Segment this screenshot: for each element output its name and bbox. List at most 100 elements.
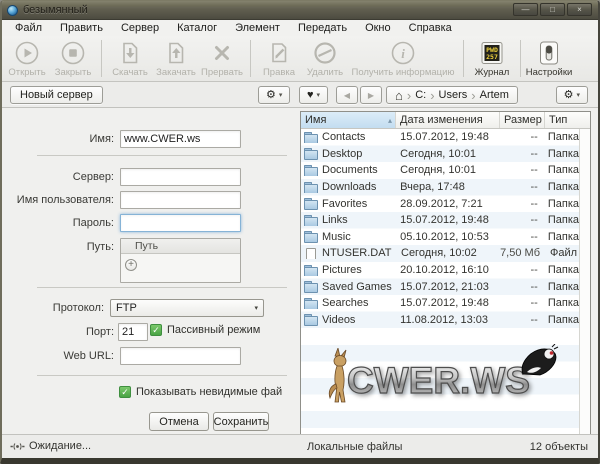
- menu-item[interactable]: Сервер: [112, 20, 168, 36]
- file-type: Папка: [543, 181, 579, 193]
- show-invisible-checkbox[interactable]: ✓: [119, 386, 131, 398]
- weburl-input[interactable]: [120, 347, 241, 365]
- get-info-button[interactable]: i Получить информацию: [348, 39, 458, 78]
- scrollbar-track[interactable]: [579, 129, 590, 434]
- window-control-button[interactable]: □: [540, 3, 565, 16]
- table-row[interactable]: Contacts 15.07.2012, 19:48 -- Папка: [301, 129, 579, 146]
- status-text: Ожидание...: [29, 440, 91, 452]
- table-row[interactable]: Downloads Вчера, 17:48 -- Папка: [301, 179, 579, 196]
- file-type: Папка: [543, 314, 579, 326]
- add-path-button[interactable]: +: [125, 259, 137, 271]
- menu-item[interactable]: Править: [51, 20, 112, 36]
- protocol-select[interactable]: FTP ▾: [110, 299, 264, 317]
- file-size: --: [498, 314, 543, 326]
- column-header-size[interactable]: Размер: [500, 112, 545, 128]
- new-server-button[interactable]: Новый сервер: [10, 86, 103, 104]
- upload-icon: [163, 40, 189, 66]
- file-size: 7,50 Мб: [500, 247, 545, 259]
- table-row[interactable]: Pictures 20.10.2012, 16:10 -- Папка: [301, 262, 579, 279]
- server-input[interactable]: [120, 168, 241, 186]
- table-row[interactable]: Documents Сегодня, 10:01 -- Папка: [301, 162, 579, 179]
- main-content: Имя: Сервер: Имя пользователя: Пароль: П…: [2, 108, 598, 435]
- open-button[interactable]: Открыть: [4, 39, 50, 78]
- settings-button[interactable]: Настройки: [526, 39, 572, 78]
- file-type: Папка: [543, 231, 579, 243]
- username-input[interactable]: [120, 191, 241, 209]
- edit-icon: [266, 40, 292, 66]
- abort-button[interactable]: Прервать: [199, 39, 245, 78]
- username-label: Имя пользователя:: [2, 194, 114, 206]
- home-icon[interactable]: ⌂: [395, 89, 403, 102]
- protocol-label: Протокол:: [0, 302, 104, 314]
- file-size: --: [498, 148, 543, 160]
- breadcrumb-segment[interactable]: C:: [415, 89, 426, 101]
- port-input[interactable]: [118, 323, 148, 341]
- connection-status-icon: [10, 441, 25, 452]
- name-input[interactable]: [120, 130, 241, 148]
- breadcrumb-segment[interactable]: Users: [439, 89, 468, 101]
- breadcrumb-segment[interactable]: Artem: [480, 89, 509, 101]
- favorites-menu-button[interactable]: ♥▾: [299, 86, 328, 104]
- file-name: Saved Games: [322, 281, 392, 293]
- left-gear-menu-button[interactable]: ⚙▾: [258, 86, 290, 104]
- column-header-date[interactable]: Дата изменения: [396, 112, 500, 128]
- forward-button[interactable]: ▶: [360, 86, 382, 104]
- table-row[interactable]: Desktop Сегодня, 10:01 -- Папка: [301, 146, 579, 163]
- column-header-type[interactable]: Тип: [545, 112, 590, 128]
- password-label: Пароль:: [2, 217, 114, 229]
- back-icon: ◀: [344, 91, 350, 100]
- download-button[interactable]: Скачать: [107, 39, 153, 78]
- file-type: Папка: [543, 281, 579, 293]
- menu-item[interactable]: Окно: [356, 20, 400, 36]
- journal-icon: PWD257: [479, 40, 505, 66]
- chevron-right-icon: ›: [407, 88, 411, 103]
- window-title: безымянный: [23, 4, 88, 16]
- menu-item[interactable]: Каталог: [168, 20, 226, 36]
- file-date: Сегодня, 10:01: [395, 164, 498, 176]
- chevron-right-icon: ›: [430, 88, 434, 103]
- window-controls: —□×: [513, 3, 592, 16]
- close-button[interactable]: Закрыть: [50, 39, 96, 78]
- edit-button[interactable]: Правка: [256, 39, 302, 78]
- column-header-name[interactable]: Имя ▴: [301, 112, 396, 128]
- file-type-icon: [304, 148, 318, 159]
- path-list[interactable]: Путь +: [120, 238, 241, 283]
- table-row[interactable]: Links 15.07.2012, 19:48 -- Папка: [301, 212, 579, 229]
- cancel-button[interactable]: Отмена: [149, 412, 209, 431]
- window-control-button[interactable]: —: [513, 3, 538, 16]
- upload-button[interactable]: Закачать: [153, 39, 199, 78]
- back-button[interactable]: ◀: [336, 86, 358, 104]
- title-bar[interactable]: безымянный —□×: [2, 1, 598, 20]
- right-gear-menu-button[interactable]: ⚙▾: [556, 86, 588, 104]
- password-input[interactable]: [120, 214, 241, 232]
- table-row[interactable]: Music 05.10.2012, 10:53 -- Папка: [301, 229, 579, 246]
- table-row[interactable]: NTUSER.DAT Сегодня, 10:02 7,50 Мб Файл: [301, 245, 579, 262]
- toolbar-separator: [250, 40, 251, 77]
- table-row[interactable]: Searches 15.07.2012, 19:48 -- Папка: [301, 295, 579, 312]
- menu-item[interactable]: Передать: [289, 20, 356, 36]
- show-invisible-label: Показывать невидимые фай: [136, 386, 282, 398]
- table-row[interactable]: Favorites 28.09.2012, 7:21 -- Папка: [301, 195, 579, 212]
- server-label: Сервер:: [2, 171, 114, 183]
- x-icon: [209, 40, 235, 66]
- file-type: Файл: [545, 247, 579, 259]
- file-date: 11.08.2012, 13:03: [395, 314, 498, 326]
- file-type: Папка: [543, 264, 579, 276]
- passive-mode-label: Пассивный режим: [167, 324, 260, 336]
- passive-mode-checkbox[interactable]: ✓: [150, 324, 162, 336]
- table-row[interactable]: Saved Games 15.07.2012, 21:03 -- Папка: [301, 278, 579, 295]
- table-row[interactable]: Videos 11.08.2012, 13:03 -- Папка: [301, 312, 579, 329]
- save-button[interactable]: Сохранить: [213, 412, 269, 431]
- delete-button[interactable]: Удалить: [302, 39, 348, 78]
- file-size: --: [498, 264, 543, 276]
- menu-item[interactable]: Файл: [6, 20, 51, 36]
- file-date: Сегодня, 10:02: [396, 247, 500, 259]
- journal-button[interactable]: PWD257 Журнал: [469, 39, 515, 78]
- menu-item[interactable]: Элемент: [226, 20, 289, 36]
- show-invisible-row: ✓ Показывать невидимые фай: [119, 386, 282, 398]
- file-date: 15.07.2012, 19:48: [395, 214, 498, 226]
- app-window: безымянный —□× ФайлПравитьСерверКаталогЭ…: [0, 0, 600, 464]
- window-control-button[interactable]: ×: [567, 3, 592, 16]
- file-name: Pictures: [322, 264, 362, 276]
- menu-item[interactable]: Справка: [400, 20, 461, 36]
